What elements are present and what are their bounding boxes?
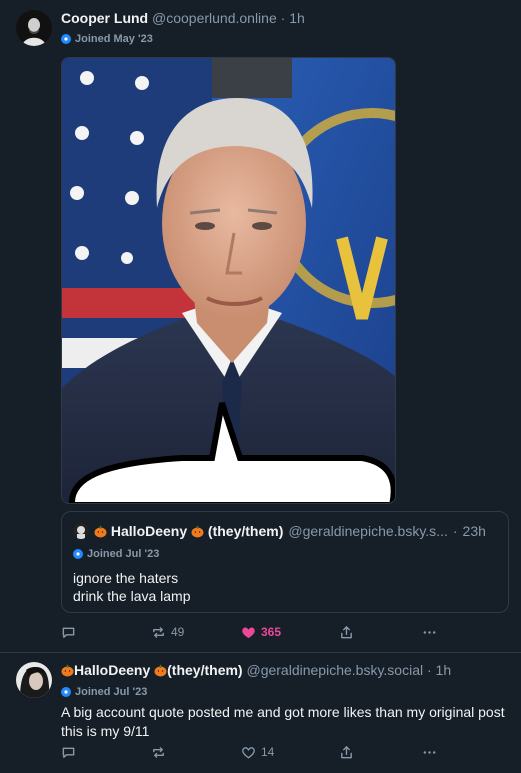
more-icon: [423, 750, 436, 754]
quote-name-prefix: HalloDeeny: [110, 523, 188, 539]
separator: ·: [423, 662, 436, 678]
quote-text-line: drink the lava lamp: [73, 588, 191, 604]
quote-name-suffix: (they/them): [207, 523, 284, 539]
like-count: 14: [261, 745, 275, 759]
portrait-image: [62, 58, 395, 503]
quote-timestamp[interactable]: 23h: [463, 523, 486, 539]
heart-outline-icon: [242, 746, 255, 758]
display-name-suffix: (they/them): [167, 662, 243, 678]
avatar[interactable]: [16, 662, 52, 698]
reply-button[interactable]: [61, 745, 76, 760]
display-name-prefix: HalloDeeny: [74, 662, 151, 678]
joined-text: Joined Jul '23: [75, 686, 148, 698]
joined-text: Joined May '23: [75, 33, 153, 45]
avatar-image: [16, 662, 52, 698]
share-button[interactable]: [339, 625, 354, 640]
more-icon: [423, 630, 436, 634]
like-button[interactable]: 14: [241, 745, 274, 760]
joined-badge: Joined May '23: [61, 33, 153, 45]
post-text: A big account quote posted me and got mo…: [61, 704, 505, 739]
repost-button[interactable]: [151, 745, 166, 760]
repost-count: 49: [171, 625, 185, 639]
timestamp[interactable]: 1h: [289, 10, 305, 26]
embedded-image[interactable]: [61, 57, 396, 504]
quote-display-name[interactable]: HalloDeeny (they/them): [94, 523, 283, 539]
repost-button[interactable]: 49: [151, 625, 184, 640]
avatar-image: [16, 10, 52, 46]
display-name[interactable]: HalloDeeny (they/them): [61, 662, 246, 678]
reply-icon: [62, 627, 75, 638]
pumpkin-icon: [154, 664, 167, 677]
reply-icon: [62, 747, 75, 758]
quote-post[interactable]: HalloDeeny (they/them) @geraldinepiche.b…: [61, 511, 509, 613]
avatar[interactable]: [16, 10, 52, 46]
quote-header: HalloDeeny (they/them) @geraldinepiche.b…: [73, 523, 486, 539]
display-name[interactable]: Cooper Lund: [61, 10, 148, 26]
new-user-icon: [61, 687, 71, 697]
pumpkin-icon: [94, 525, 107, 538]
reply-button[interactable]: [61, 625, 76, 640]
pumpkin-icon: [61, 664, 74, 677]
handle[interactable]: @geraldinepiche.bsky.social: [246, 662, 423, 678]
new-user-icon: [73, 549, 83, 559]
quote-joined-text: Joined Jul '23: [87, 548, 160, 560]
separator: ·: [276, 10, 290, 26]
quote-text: ignore the haters drink the lava lamp: [73, 569, 191, 605]
post2-actions-row: 14: [0, 743, 521, 761]
separator: ·: [452, 523, 458, 539]
like-count: 365: [261, 625, 282, 639]
joined-badge: Joined Jul '23: [61, 686, 147, 698]
post-header: Cooper Lund @cooperlund.online · 1h: [61, 9, 305, 27]
quote-handle[interactable]: @geraldinepiche.bsky.s...: [288, 523, 447, 539]
more-options-button[interactable]: [422, 745, 437, 760]
post-header: HalloDeeny (they/them) @geraldinepiche.b…: [61, 661, 451, 679]
pumpkin-icon: [191, 525, 204, 538]
like-button[interactable]: 365: [241, 625, 281, 640]
heart-filled-icon: [242, 627, 255, 638]
quote-text-line: ignore the haters: [73, 570, 179, 586]
post-cooper-lund[interactable]: Cooper Lund @cooperlund.online · 1h Join…: [0, 0, 521, 652]
share-icon: [341, 625, 352, 638]
repost-icon: [153, 746, 164, 758]
more-options-button[interactable]: [422, 625, 437, 640]
handle[interactable]: @cooperlund.online: [152, 10, 277, 26]
quote-joined-badge: Joined Jul '23: [73, 548, 159, 560]
share-button[interactable]: [339, 745, 354, 760]
share-icon: [341, 745, 352, 758]
timestamp[interactable]: 1h: [436, 662, 452, 678]
quote-avatar[interactable]: [73, 523, 89, 539]
repost-icon: [153, 626, 164, 638]
new-user-icon: [61, 34, 71, 44]
